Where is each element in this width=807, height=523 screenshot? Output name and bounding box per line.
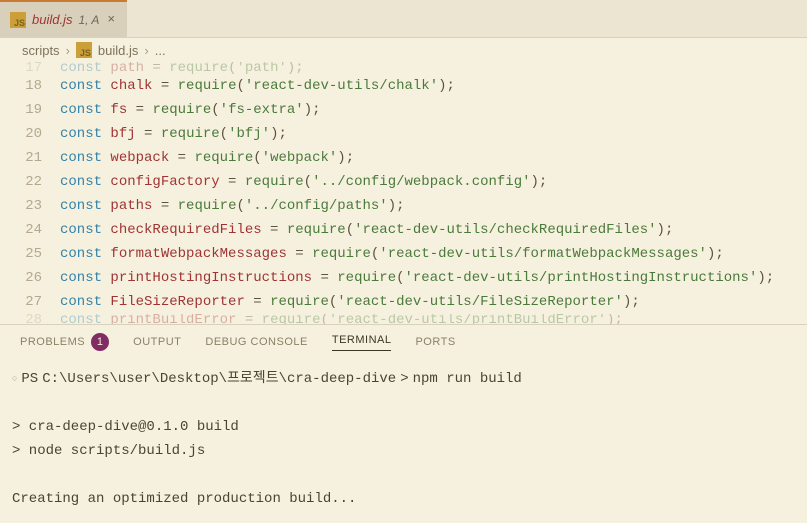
tab-ports[interactable]: PORTS <box>415 333 455 351</box>
line-number: 21 <box>0 146 42 170</box>
line-number: 28 <box>0 314 42 324</box>
terminal-command: npm run build <box>413 367 522 391</box>
terminal-prompt-line: ○ PS C:\Users\user\Desktop\프로젝트\cra-deep… <box>12 367 787 391</box>
breadcrumb: scripts › JS build.js › ... <box>0 38 807 62</box>
tab-label: DEBUG CONSOLE <box>205 336 307 348</box>
line-number: 27 <box>0 290 42 314</box>
problems-count-badge: 1 <box>91 333 109 351</box>
line-number: 26 <box>0 266 42 290</box>
tab-label: PROBLEMS <box>20 336 85 348</box>
code-line[interactable]: const printBuildError = require('react-d… <box>60 314 807 324</box>
tab-diff-indicator: 1, A <box>78 13 99 27</box>
code-line[interactable]: const FileSizeReporter = require('react-… <box>60 290 807 314</box>
terminal-prompt-suffix: > <box>400 367 408 391</box>
line-number: 18 <box>0 74 42 98</box>
tab-filename: build.js <box>32 12 72 27</box>
js-file-icon: JS <box>76 42 92 58</box>
code-line[interactable]: const webpack = require('webpack'); <box>60 146 807 170</box>
breadcrumb-item[interactable]: ... <box>155 43 166 58</box>
code-line[interactable]: const checkRequiredFiles = require('reac… <box>60 218 807 242</box>
panel-tabs: PROBLEMS 1 OUTPUT DEBUG CONSOLE TERMINAL… <box>0 325 807 359</box>
code-line[interactable]: const bfj = require('bfj'); <box>60 122 807 146</box>
line-number: 25 <box>0 242 42 266</box>
breadcrumb-item[interactable]: build.js <box>98 43 138 58</box>
code-line[interactable]: const path = require('path'); <box>60 62 807 74</box>
line-number: 17 <box>0 62 42 74</box>
tab-build-js[interactable]: JS build.js 1, A × <box>0 0 127 37</box>
tab-output[interactable]: OUTPUT <box>133 333 181 351</box>
circle-icon: ○ <box>12 375 17 384</box>
line-number: 19 <box>0 98 42 122</box>
line-number: 22 <box>0 170 42 194</box>
code-line[interactable]: const printHostingInstructions = require… <box>60 266 807 290</box>
code-line[interactable]: const configFactory = require('../config… <box>60 170 807 194</box>
chevron-right-icon: › <box>66 43 70 58</box>
tab-bar: JS build.js 1, A × <box>0 0 807 38</box>
code-line[interactable]: const paths = require('../config/paths')… <box>60 194 807 218</box>
terminal-line <box>12 391 787 415</box>
js-file-icon: JS <box>10 12 26 28</box>
terminal-line: > cra-deep-dive@0.1.0 build <box>12 415 787 439</box>
tab-label: TERMINAL <box>332 334 392 346</box>
tab-debug-console[interactable]: DEBUG CONSOLE <box>205 333 307 351</box>
close-icon[interactable]: × <box>105 12 117 27</box>
tab-label: PORTS <box>415 336 455 348</box>
terminal-prompt-prefix: PS <box>21 367 38 391</box>
code-line[interactable]: const chalk = require('react-dev-utils/c… <box>60 74 807 98</box>
terminal-line <box>12 463 787 487</box>
tab-problems[interactable]: PROBLEMS 1 <box>20 333 109 351</box>
code-line[interactable]: const fs = require('fs-extra'); <box>60 98 807 122</box>
panel-area: PROBLEMS 1 OUTPUT DEBUG CONSOLE TERMINAL… <box>0 324 807 523</box>
code-line[interactable]: const formatWebpackMessages = require('r… <box>60 242 807 266</box>
terminal-line: Creating an optimized production build..… <box>12 487 787 511</box>
breadcrumb-item[interactable]: scripts <box>22 43 60 58</box>
code-editor[interactable]: 171819202122232425262728 const path = re… <box>0 62 807 324</box>
terminal-line: > node scripts/build.js <box>12 439 787 463</box>
terminal[interactable]: ○ PS C:\Users\user\Desktop\프로젝트\cra-deep… <box>0 359 807 523</box>
terminal-cwd: C:\Users\user\Desktop\프로젝트\cra-deep-dive <box>42 367 396 391</box>
line-number: 20 <box>0 122 42 146</box>
line-gutter: 171819202122232425262728 <box>0 62 60 324</box>
line-number: 23 <box>0 194 42 218</box>
tab-label: OUTPUT <box>133 336 181 348</box>
code-area[interactable]: const path = require('path');const chalk… <box>60 62 807 324</box>
line-number: 24 <box>0 218 42 242</box>
chevron-right-icon: › <box>144 43 148 58</box>
tab-terminal[interactable]: TERMINAL <box>332 333 392 351</box>
